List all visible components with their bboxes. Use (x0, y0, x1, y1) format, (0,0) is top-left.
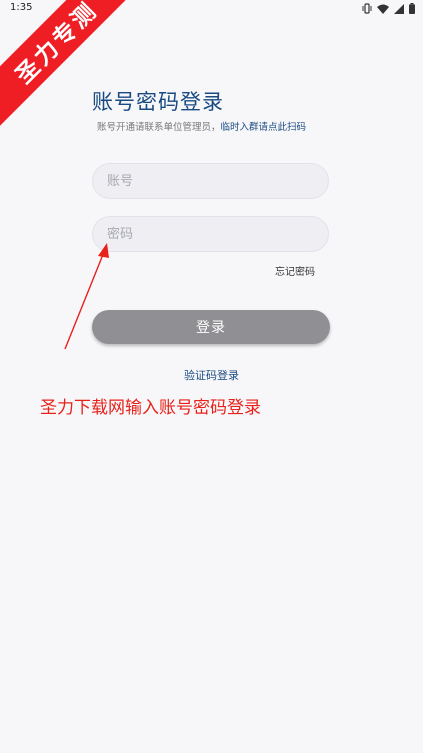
annotation-text: 圣力下载网输入账号密码登录 (40, 398, 261, 418)
annotation-arrow (64, 243, 109, 350)
